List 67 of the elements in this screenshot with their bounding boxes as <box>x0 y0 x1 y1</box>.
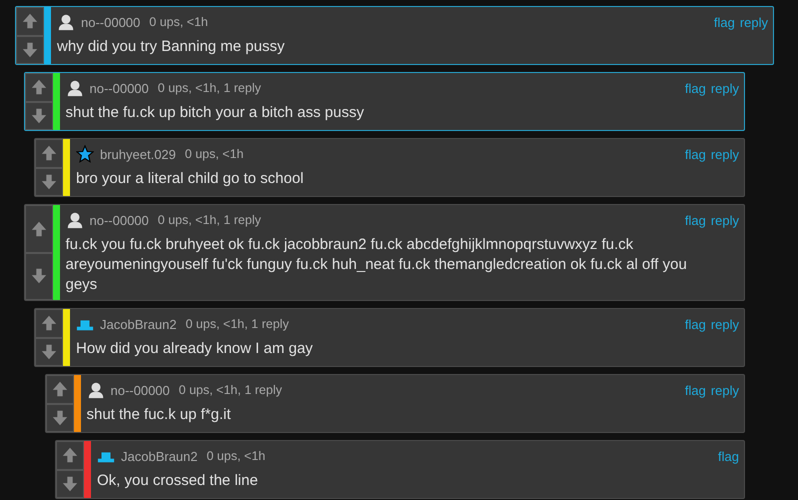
upvote-button[interactable] <box>46 375 74 404</box>
username-link[interactable]: no--00000 <box>110 382 170 398</box>
comment-action-link[interactable]: flag <box>714 14 735 30</box>
up-arrow-icon <box>50 380 68 398</box>
downvote-button[interactable] <box>35 338 63 366</box>
upvote-button[interactable] <box>35 309 63 338</box>
comment-text: bro your a literal child go to school <box>76 169 305 189</box>
comment-action-link[interactable]: flag <box>684 316 706 332</box>
comment-action-link[interactable]: flag <box>684 382 706 398</box>
comment-action-link[interactable]: flag <box>718 448 739 464</box>
downvote-button[interactable] <box>56 470 84 498</box>
username-link[interactable]: JacobBraun2 <box>100 316 177 332</box>
comment-action-link[interactable]: flag <box>684 212 706 228</box>
upvote-button[interactable] <box>24 73 52 102</box>
comment-action-link[interactable]: reply <box>710 316 739 332</box>
user-icon <box>66 79 84 97</box>
comment-text: Ok, you crossed the line <box>97 471 259 491</box>
username-link[interactable]: JacobBraun2 <box>121 448 198 464</box>
up-arrow-icon <box>40 314 58 332</box>
downvote-button[interactable] <box>24 102 52 130</box>
comment-action-link[interactable]: flag <box>684 80 706 96</box>
down-arrow-icon <box>30 267 48 286</box>
upvote-button[interactable] <box>16 7 44 36</box>
username-link[interactable]: no--00000 <box>90 80 149 96</box>
comment-meta: 0 ups, <1h <box>149 15 208 29</box>
username-link[interactable]: no--00000 <box>90 212 149 228</box>
star-icon <box>76 145 94 163</box>
down-arrow-icon <box>61 474 79 493</box>
comment-meta: 0 ups, <1h, 1 reply <box>158 81 261 95</box>
comment-text: How did you already know I am gay <box>76 339 314 359</box>
comment-meta: 0 ups, <1h, 1 reply <box>158 213 261 227</box>
comment-text: shut the fuc.k up f*g.it <box>86 405 232 425</box>
comment-meta: 0 ups, <1h <box>206 449 266 463</box>
comment-text: shut the fu.ck up bitch your a bitch ass pussy <box>66 103 365 123</box>
comment-action-link[interactable]: reply <box>710 80 739 96</box>
down-arrow-icon <box>50 408 68 427</box>
username-link[interactable]: bruhyeet.029 <box>100 146 176 162</box>
downvote-button[interactable] <box>46 404 74 432</box>
comment-text: fu.ck you fu.ck bruhyeet ok fu.ck jacobbraun2 fu.ck abcdefghijklmnopqrstuvwxyz fu.ck areyoumeningyouself fu'ck funguy fu.ck huh_neat fu.ck themangledcreation ok fu.ck al off you geys <box>66 235 688 295</box>
down-arrow-icon <box>21 40 39 59</box>
up-arrow-icon <box>61 446 79 464</box>
comment-action-link[interactable]: reply <box>740 14 768 30</box>
user-icon <box>57 13 75 31</box>
comment-meta: 0 ups, <1h, 1 reply <box>186 317 289 331</box>
downvote-button[interactable] <box>35 168 63 196</box>
comment-meta: 0 ups, <1h <box>184 147 244 161</box>
upvote-button[interactable] <box>56 441 84 470</box>
comment-action-link[interactable]: reply <box>710 212 739 228</box>
up-arrow-icon <box>40 144 58 162</box>
comment-meta: 0 ups, <1h, 1 reply <box>178 383 282 397</box>
comment-action-link[interactable]: reply <box>710 146 739 162</box>
down-arrow-icon <box>40 342 58 361</box>
down-arrow-icon <box>30 106 48 125</box>
upvote-button[interactable] <box>35 139 63 168</box>
downvote-button[interactable] <box>16 36 44 64</box>
user-icon <box>86 381 104 399</box>
down-arrow-icon <box>40 172 58 191</box>
up-arrow-icon <box>30 220 48 238</box>
user-icon <box>66 211 84 229</box>
upvote-button[interactable] <box>24 205 52 252</box>
comment-action-link[interactable]: reply <box>710 382 739 398</box>
downvote-button[interactable] <box>24 252 52 300</box>
up-arrow-icon <box>30 78 48 96</box>
comment-text: why did you try Banning me pussy <box>57 37 286 57</box>
username-link[interactable]: no--00000 <box>81 14 140 30</box>
comment-action-link[interactable]: flag <box>684 146 706 162</box>
up-arrow-icon <box>21 12 39 30</box>
